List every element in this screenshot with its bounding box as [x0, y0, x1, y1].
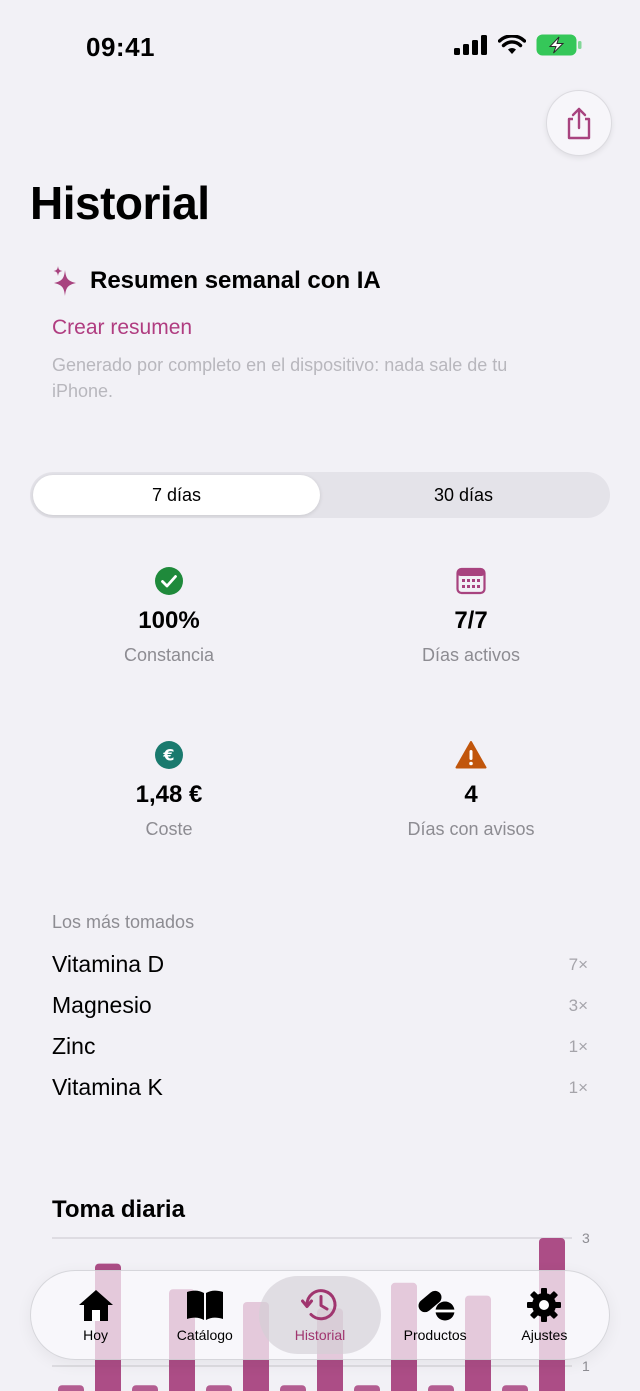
tab-productos[interactable]: Productos [381, 1276, 490, 1354]
list-item[interactable]: Vitamina D 7× [52, 944, 588, 985]
tab-bar: Hoy Catálogo Historial Productos Ajustes [30, 1270, 610, 1360]
status-icons [454, 34, 582, 56]
stat-cost: € 1,48 € Coste [49, 739, 289, 840]
chart-bar [206, 1385, 232, 1391]
chart-bar [132, 1385, 158, 1391]
cellular-signal-icon [454, 35, 487, 55]
chart-tick-label: 3 [582, 1230, 590, 1246]
chart-bar [58, 1385, 84, 1391]
item-name: Magnesio [52, 992, 152, 1018]
pills-icon [418, 1290, 456, 1321]
warning-triangle-icon [455, 741, 487, 769]
stat-value: 4 [464, 781, 478, 808]
item-name: Vitamina D [52, 951, 165, 977]
list-item[interactable]: Zinc 1× [52, 1026, 588, 1067]
checkmark-circle-icon [155, 567, 183, 595]
clock-history-icon [301, 1289, 337, 1321]
daily-intake-title: Toma diaria [52, 1196, 185, 1223]
gear-icon [527, 1288, 562, 1322]
share-icon [567, 107, 591, 140]
chart-bar [428, 1385, 454, 1391]
stat-label: Coste [145, 819, 193, 839]
list-item[interactable]: Magnesio 3× [52, 985, 588, 1026]
ai-summary-title: Resumen semanal con IA [90, 267, 381, 294]
status-bar: 09:41 [0, 0, 640, 96]
svg-text:€: € [162, 746, 174, 765]
chart-bar [502, 1385, 528, 1391]
period-option-7-days[interactable]: 7 días [33, 475, 320, 515]
stat-consistency: 100% Constancia [49, 565, 289, 666]
tab-label: Productos [403, 1327, 467, 1343]
page-title: Historial [30, 177, 210, 229]
stat-value: 7/7 [454, 607, 488, 634]
tab-catalogo[interactable]: Catálogo [150, 1276, 259, 1354]
most-taken-header: Los más tomados [52, 912, 195, 932]
chart-tick-label: 1 [582, 1358, 590, 1374]
stat-label: Constancia [123, 645, 215, 665]
item-count: 1× [568, 1077, 588, 1097]
tab-ajustes[interactable]: Ajustes [490, 1276, 599, 1354]
ai-summary-note: Generado por completo en el dispositivo:… [52, 355, 508, 401]
stat-value: 1,48 € [135, 781, 203, 808]
status-time: 09:41 [86, 32, 155, 62]
stat-label: Días con avisos [407, 819, 535, 839]
tab-historial[interactable]: Historial [259, 1276, 381, 1354]
battery-charging-icon [536, 34, 582, 56]
tab-label: Hoy [83, 1327, 109, 1343]
item-count: 1× [568, 1036, 588, 1056]
tab-label: Ajustes [521, 1327, 568, 1343]
calendar-icon [456, 567, 486, 595]
list-item[interactable]: Vitamina K 1× [52, 1067, 588, 1108]
stat-value: 100% [138, 607, 200, 634]
period-option-30-days[interactable]: 30 días [320, 475, 607, 515]
period-selector: 7 días 30 días [30, 472, 610, 518]
stat-active-days: 7/7 Días activos [351, 565, 591, 666]
item-name: Zinc [52, 1033, 96, 1059]
tab-hoy[interactable]: Hoy [41, 1276, 150, 1354]
create-summary-link[interactable]: Crear resumen [52, 316, 552, 340]
tab-label: Historial [294, 1327, 346, 1343]
book-icon [186, 1290, 223, 1320]
stat-warning-days: 4 Días con avisos [351, 739, 591, 840]
item-count: 3× [568, 995, 588, 1015]
sparkles-icon [53, 266, 76, 296]
euro-circle-icon: € [155, 741, 183, 769]
house-icon [78, 1290, 113, 1321]
share-button[interactable] [546, 90, 612, 156]
chart-bar [354, 1385, 380, 1391]
stat-label: Días activos [421, 645, 521, 665]
tab-label: Catálogo [176, 1327, 233, 1343]
chart-bar [280, 1385, 306, 1391]
wifi-icon [498, 35, 526, 54]
ai-summary-section: Resumen semanal con IA Crear resumen Gen… [52, 266, 552, 404]
item-name: Vitamina K [52, 1074, 163, 1100]
most-taken-list: Vitamina D 7× Magnesio 3× Zinc 1× Vitami… [52, 944, 588, 1108]
item-count: 7× [568, 954, 588, 974]
